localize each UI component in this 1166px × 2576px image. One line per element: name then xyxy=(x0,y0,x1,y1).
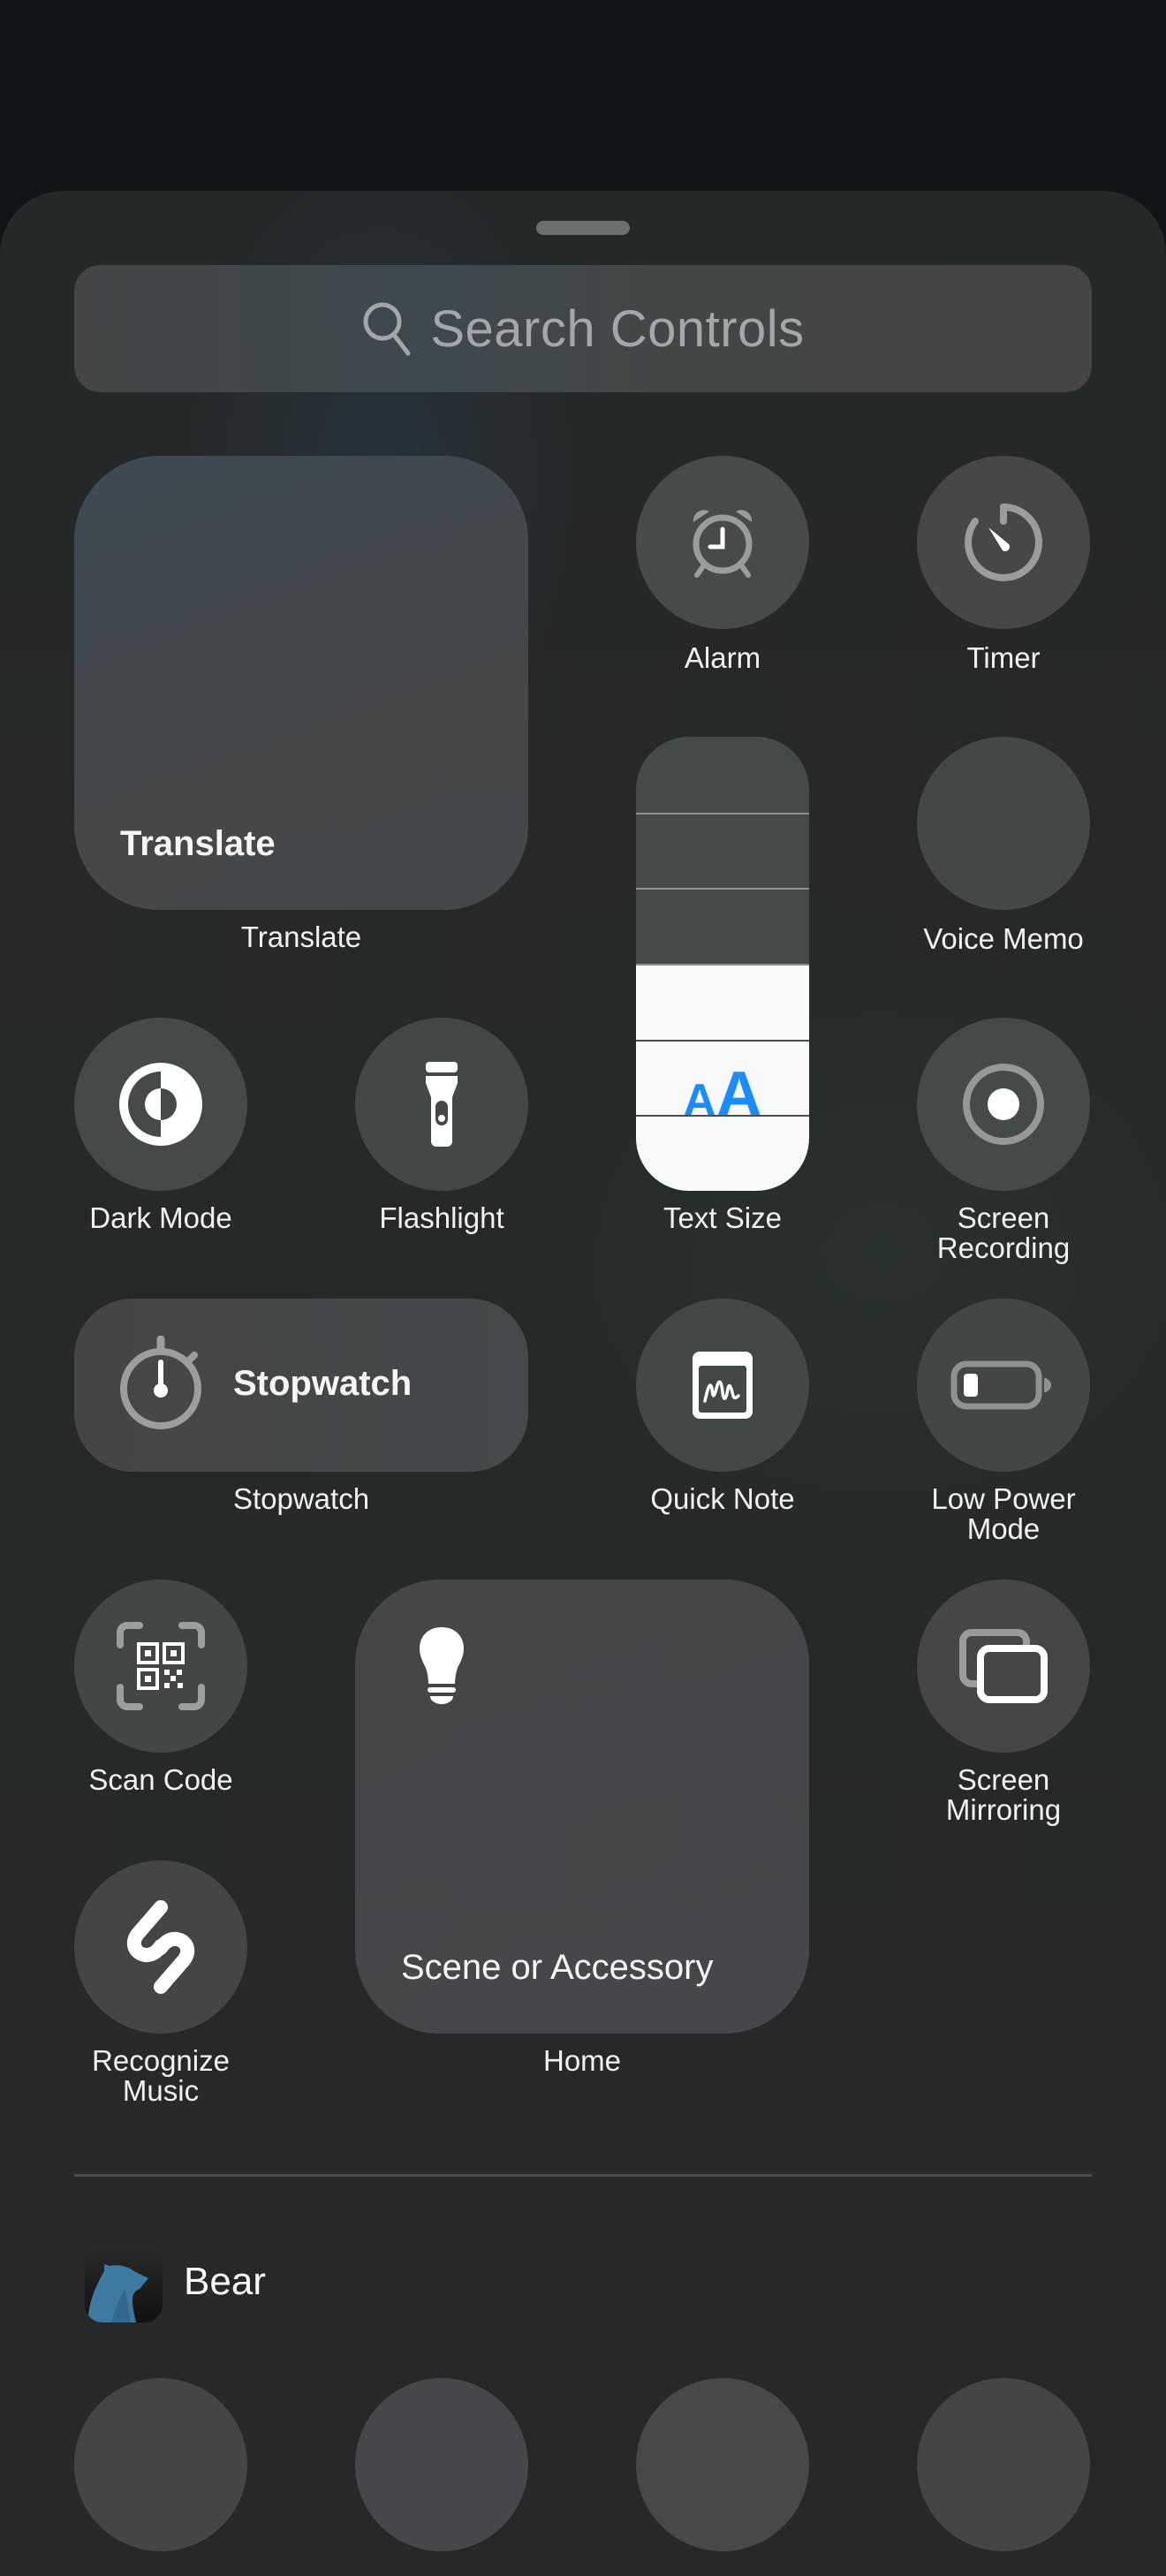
section-divider xyxy=(74,2174,1092,2177)
bear-app-icon xyxy=(85,2245,163,2322)
bear-control-placeholder[interactable] xyxy=(636,2378,809,2551)
bear-silhouette-icon xyxy=(88,2264,148,2322)
stopwatch-tile-text: Stopwatch xyxy=(233,1364,413,1403)
dark-mode-control[interactable] xyxy=(74,1018,247,1191)
bear-control-placeholder[interactable] xyxy=(917,2378,1090,2551)
flashlight-label: Flashlight xyxy=(379,1201,504,1234)
screen-mirroring-label-line1: Screen xyxy=(957,1763,1050,1796)
stopwatch-control[interactable]: Stopwatch xyxy=(74,1299,528,1472)
scan-code-control[interactable] xyxy=(74,1580,247,1753)
text-size-segment-divider xyxy=(636,964,809,966)
search-placeholder: Search Controls xyxy=(430,299,805,358)
low-power-mode-label-line1: Low Power xyxy=(931,1482,1076,1515)
battery-low-icon xyxy=(950,1360,1051,1410)
stopwatch-icon xyxy=(120,1336,201,1429)
screen-mirroring-label: Screen Mirroring xyxy=(871,1765,1136,1825)
app-section-title: Bear xyxy=(184,2260,266,2303)
text-size-segment-divider xyxy=(636,1115,809,1118)
recognize-music-label: Recognize Music xyxy=(28,2046,293,2106)
quick-note-control[interactable] xyxy=(636,1299,809,1472)
scan-code-label: Scan Code xyxy=(88,1763,233,1796)
screen-mirroring-icon xyxy=(959,1629,1048,1703)
controls-gallery-sheet: Search Controls Translate Translate Alar… xyxy=(0,191,1166,2576)
quick-note-icon xyxy=(693,1352,753,1419)
alarm-clock-icon xyxy=(693,510,753,578)
search-controls-field[interactable]: Search Controls xyxy=(74,265,1092,392)
home-control[interactable]: Scene or Accessory xyxy=(355,1580,809,2034)
screen-mirroring-label-line2: Mirroring xyxy=(945,1793,1062,1826)
translate-control[interactable]: Translate xyxy=(74,456,528,910)
sheet-grabber[interactable] xyxy=(536,221,630,235)
text-size-small-a: A xyxy=(683,1075,716,1126)
alarm-control[interactable] xyxy=(636,456,809,629)
stopwatch-label: Stopwatch xyxy=(232,1482,370,1515)
shazam-icon xyxy=(126,1900,195,1994)
recognize-music-label-line2: Music xyxy=(122,2074,200,2107)
flashlight-control[interactable] xyxy=(355,1018,528,1191)
text-size-segment-divider xyxy=(636,812,809,814)
timer-icon xyxy=(965,504,1042,581)
quick-note-label: Quick Note xyxy=(650,1482,795,1515)
translate-label: Translate xyxy=(240,921,362,953)
qr-code-icon xyxy=(117,1622,205,1710)
low-power-mode-label-line2: Mode xyxy=(966,1512,1041,1545)
text-size-icon: AA xyxy=(636,1058,809,1131)
text-size-segment-divider xyxy=(636,888,809,890)
home-label: Home xyxy=(542,2044,622,2077)
screen-mirroring-control[interactable] xyxy=(917,1580,1090,1753)
timer-control[interactable] xyxy=(917,456,1090,629)
text-size-slider[interactable]: AA xyxy=(636,737,809,1191)
voice-memo-control[interactable] xyxy=(917,737,1090,910)
lightbulb-icon xyxy=(420,1627,464,1704)
dark-mode-label: Dark Mode xyxy=(89,1201,232,1234)
screen-recording-label-line2: Recording xyxy=(936,1231,1071,1264)
recognize-music-control[interactable] xyxy=(74,1860,247,2034)
screen-recording-label-line1: Screen xyxy=(957,1201,1050,1234)
search-icon xyxy=(363,302,411,356)
alarm-label: Alarm xyxy=(684,641,761,674)
record-icon xyxy=(963,1064,1044,1145)
home-tile-text: Scene or Accessory xyxy=(401,1948,714,1987)
text-size-large-a: A xyxy=(716,1059,762,1130)
bear-control-placeholder[interactable] xyxy=(74,2378,247,2551)
screen-recording-label: Screen Recording xyxy=(871,1203,1136,1263)
text-size-segment-divider xyxy=(636,1039,809,1042)
low-power-mode-control[interactable] xyxy=(917,1299,1090,1472)
screen-recording-control[interactable] xyxy=(917,1018,1090,1191)
text-size-label: Text Size xyxy=(663,1201,782,1234)
low-power-mode-label: Low Power Mode xyxy=(871,1484,1136,1544)
translate-tile-text: Translate xyxy=(120,824,276,863)
timer-label: Timer xyxy=(966,641,1041,674)
flashlight-icon xyxy=(426,1062,458,1147)
voice-memo-label: Voice Memo xyxy=(923,922,1084,955)
recognize-music-label-line1: Recognize xyxy=(92,2044,230,2077)
dark-mode-icon xyxy=(119,1063,202,1146)
bear-control-placeholder[interactable] xyxy=(355,2378,528,2551)
